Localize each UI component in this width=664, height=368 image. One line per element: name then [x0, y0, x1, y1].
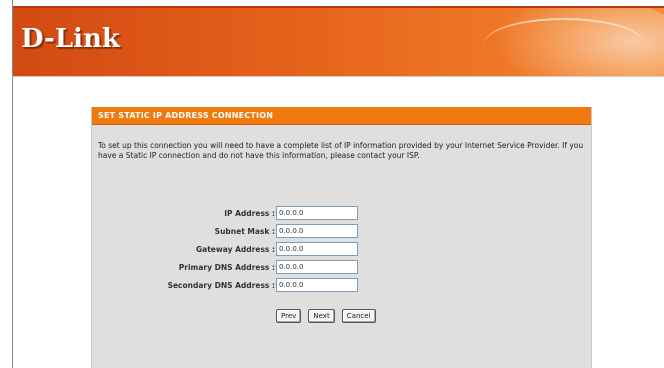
banner-swoosh-line — [484, 18, 644, 70]
secondary-dns-input[interactable] — [276, 278, 358, 292]
gateway-address-input[interactable] — [276, 242, 358, 256]
panel-title: SET STATIC IP ADDRESS CONNECTION — [92, 107, 591, 125]
wizard-buttons: Prev Next Cancel — [276, 303, 378, 323]
banner-divider — [13, 76, 664, 77]
prev-button[interactable]: Prev — [276, 309, 302, 323]
cancel-button[interactable]: Cancel — [341, 309, 376, 323]
intro-text: To set up this connection you will need … — [98, 141, 584, 160]
ip-address-label: IP Address : — [224, 209, 275, 218]
secondary-dns-label: Secondary DNS Address : — [167, 281, 275, 290]
static-ip-panel: SET STATIC IP ADDRESS CONNECTION To set … — [91, 107, 592, 368]
subnet-mask-label: Subnet Mask : — [214, 227, 275, 236]
ip-address-input[interactable] — [276, 206, 358, 220]
static-ip-form: IP Address : Subnet Mask : Gateway Addre… — [92, 206, 591, 323]
header-banner: D-Link — [13, 8, 664, 76]
subnet-mask-input[interactable] — [276, 224, 358, 238]
dlink-logo: D-Link — [21, 24, 120, 54]
primary-dns-label: Primary DNS Address : — [178, 263, 275, 272]
secondary-dns-row: Secondary DNS Address : — [92, 278, 591, 296]
primary-dns-input[interactable] — [276, 260, 358, 274]
ip-address-row: IP Address : — [92, 206, 591, 224]
next-button[interactable]: Next — [308, 309, 335, 323]
gateway-address-label: Gateway Address : — [195, 245, 275, 254]
subnet-mask-row: Subnet Mask : — [92, 224, 591, 242]
primary-dns-row: Primary DNS Address : — [92, 260, 591, 278]
gateway-address-row: Gateway Address : — [92, 242, 591, 260]
